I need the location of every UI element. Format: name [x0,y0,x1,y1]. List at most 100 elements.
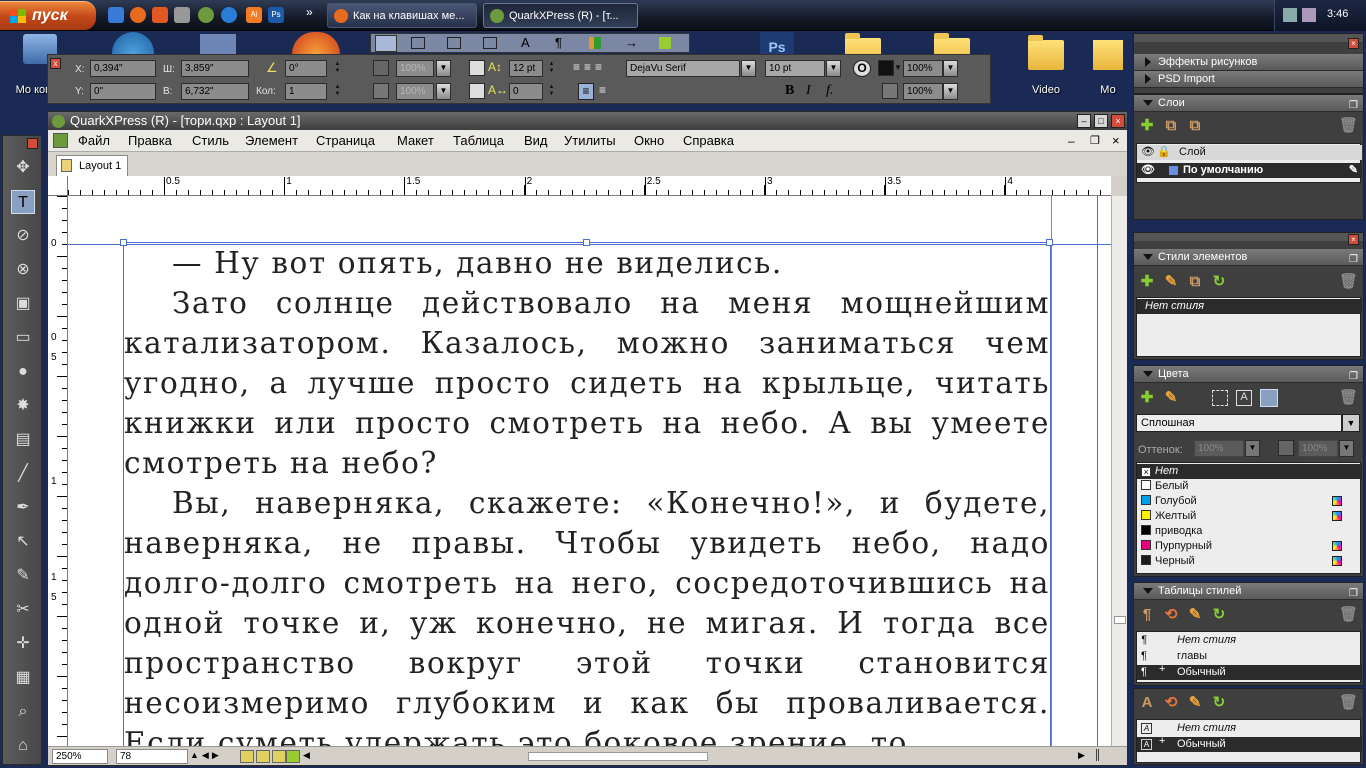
quicklaunch-ie-icon[interactable] [108,7,124,23]
menu-page[interactable]: Страница [316,133,375,148]
delete-layer-icon[interactable]: 🗑 [1339,117,1358,135]
merge-layer-icon[interactable]: ⧉ [1186,117,1204,135]
duplicate-char-style-icon[interactable]: ⟲ [1162,694,1180,712]
font-field[interactable]: DejaVu Serif [626,60,740,77]
tracking-field[interactable]: 0 [509,83,543,100]
quicklaunch-quark-icon[interactable] [198,7,214,23]
tab-rules-icon[interactable] [589,37,601,49]
tab-runaround-icon[interactable] [447,37,461,49]
quicklaunch-recycle-icon[interactable] [174,7,190,23]
scissors-icon[interactable]: ✂ [11,598,35,622]
align-left-center-right-icon[interactable]: ≡≡≡ [573,60,606,74]
panel-close-button[interactable]: × [1348,38,1359,49]
panel-header-psd[interactable]: PSD Import [1134,71,1363,88]
doc-restore-button[interactable]: ❐ [1090,134,1100,147]
menu-item[interactable]: Элемент [245,133,298,148]
text-color-icon[interactable]: O [853,60,871,77]
view-toggle-icon[interactable] [256,750,270,763]
item-tool-icon[interactable]: ✥ [11,156,35,180]
quicklaunch-overflow[interactable]: » [306,5,313,19]
composition-zone-icon[interactable]: ▤ [11,428,35,452]
width-field[interactable]: 3,859" [181,60,249,77]
tab-text-box-icon[interactable] [659,37,671,49]
height-field[interactable]: 6,732" [181,83,249,100]
menu-layout[interactable]: Макет [397,133,434,148]
leading-stepper[interactable]: ▲ ▼ [547,61,556,76]
align-justify-icon[interactable]: ≡ [578,83,594,100]
angle-stepper[interactable]: ▲ ▼ [333,61,342,76]
quicklaunch-firefox-icon[interactable] [130,7,146,23]
new-item-style-icon[interactable]: ✚ [1138,273,1156,291]
x-field[interactable]: 0,394" [90,60,156,77]
tab-tabs-icon[interactable]: → [625,35,638,50]
color-row[interactable]: Голубой [1137,494,1362,509]
font-size-field[interactable]: 10 pt [765,60,825,77]
italic-button[interactable]: I [806,83,811,99]
columns-stepper[interactable]: ▲ ▼ [333,84,342,99]
zoom-tool-icon[interactable]: ⌕ [11,700,35,724]
maximize-button[interactable]: □ [1094,114,1108,128]
starburst-icon[interactable]: ✸ [11,394,35,418]
menu-table[interactable]: Таблица [453,133,504,148]
start-button[interactable]: пуск [0,1,96,30]
new-color-icon[interactable]: ✚ [1138,389,1156,407]
link-tool-icon[interactable]: ⊘ [11,224,35,248]
scroll-thumb[interactable] [1114,616,1126,624]
page-canvas[interactable]: — Ну вот опять, давно не виделись. Зато … [68,196,1113,746]
bold-button[interactable]: B [785,83,794,99]
page-nav-buttons[interactable]: ▲◀▶ [190,750,222,761]
font-size-dropdown[interactable]: ▼ [826,60,841,77]
char-style-row[interactable]: A Нет стиля [1137,721,1362,736]
color-row[interactable]: Белый [1137,479,1362,494]
color-row[interactable]: Пурпурный [1137,539,1362,554]
update-item-style-icon[interactable]: ↻ [1210,273,1228,291]
zoom-field[interactable]: 250% [52,749,108,764]
edit-char-style-icon[interactable]: ✎ [1186,694,1204,712]
font-dropdown[interactable]: ▼ [741,60,756,77]
photoshop-desktop-icon[interactable]: Ps [760,32,794,55]
minimize-button[interactable]: – [1077,114,1091,128]
clock[interactable]: 3:46 [1327,8,1348,20]
tab-frame-icon[interactable] [411,37,425,49]
ruler-origin[interactable] [48,176,68,196]
layer-row[interactable]: 👁 По умолчанию ✎ [1137,163,1362,178]
panel-menu-icon[interactable]: ❐ [1349,368,1358,385]
doc-close-button[interactable]: × [1112,133,1120,148]
line-tool-icon[interactable]: ╱ [11,462,35,486]
new-layer-icon[interactable]: ✚ [1138,117,1156,135]
taskbar-task-quark[interactable]: QuarkXPress (R) - [т... [483,3,638,28]
bezier-pen-icon[interactable]: ✒ [11,496,35,520]
new-char-style-icon[interactable]: A [1138,694,1156,712]
select-point-icon[interactable]: ↖ [11,530,35,554]
measurement-close-button[interactable]: x [50,58,61,69]
resize-handle[interactable] [120,239,127,246]
tab-layout-1[interactable]: Layout 1 [56,155,128,176]
taskbar-task-browser[interactable]: Как на клавишах ме... [327,3,477,28]
text-shade-dropdown[interactable]: ▼ [943,60,958,77]
doc-minimize-button[interactable]: – [1068,134,1075,148]
angle-field[interactable]: 0° [285,60,327,77]
horizontal-ruler[interactable]: 0.511.522.533.544.5 [68,176,1111,196]
desktop-icon-video[interactable]: Video [1018,35,1074,96]
resize-handle[interactable] [583,239,590,246]
scroll-left-button[interactable]: ◀ [303,750,310,761]
menu-window[interactable]: Окно [634,133,664,148]
scroll-right-button[interactable]: ▶ [1078,750,1085,761]
text-opacity-dropdown[interactable]: ▼ [943,83,958,100]
panel-menu-icon[interactable]: ❐ [1349,251,1358,268]
color-row[interactable]: приводка [1137,524,1362,539]
quicklaunch-photoshop-icon[interactable]: Ps [268,7,284,23]
frame-color-target-icon[interactable] [1212,390,1228,406]
edit-item-style-icon[interactable]: ✎ [1162,273,1180,291]
menu-edit[interactable]: Правка [128,133,172,148]
vertical-scrollbar[interactable] [1111,196,1127,746]
style-menu-button[interactable]: f. [826,83,833,99]
update-para-style-icon[interactable]: ↻ [1210,606,1228,624]
horizontal-scroll-thumb[interactable] [528,752,708,761]
panel-header-item-styles[interactable]: Стили элементов ❐ [1134,249,1363,266]
panel-header-layers[interactable]: Слои ❐ [1134,95,1363,112]
new-para-style-icon[interactable]: ¶ [1138,606,1156,624]
table-tool-icon[interactable]: ▦ [11,666,35,690]
close-button[interactable]: × [1111,114,1125,128]
text-color-target-icon[interactable]: A [1236,390,1252,406]
